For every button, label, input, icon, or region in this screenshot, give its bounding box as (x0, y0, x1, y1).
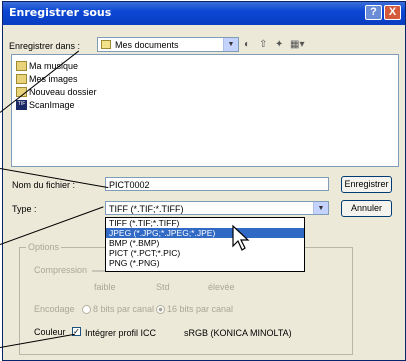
new-folder-icon[interactable]: ✦ (275, 39, 283, 50)
radio-icon (82, 305, 91, 315)
folder-icon (16, 74, 27, 84)
title-bar[interactable]: Enregistrer sous ? X (3, 2, 405, 25)
cancel-button[interactable]: Annuler (341, 200, 392, 217)
compression-label: Compression (34, 265, 88, 275)
type-select[interactable]: TIFF (*.TIF;*.TIFF) ▼ (105, 201, 329, 215)
window-title: Enregistrer sous (9, 6, 112, 19)
chevron-down-icon: ▼ (313, 202, 328, 214)
mouse-cursor-icon (232, 224, 250, 251)
encoding-8bit-option[interactable]: 8 bits par canal (82, 304, 155, 315)
file-list[interactable]: Ma musique Mes images Nouveau dossier TI… (11, 54, 399, 167)
compression-low-label: faible (94, 282, 116, 292)
compression-std-label: Std (156, 282, 170, 292)
file-item-label: Nouveau dossier (29, 87, 97, 97)
app-icon: TIF (16, 100, 27, 110)
type-option[interactable]: PNG (*.PNG) (106, 258, 304, 268)
icc-profile-name: sRGB (KONICA MINOLTA) (184, 328, 292, 338)
save-button[interactable]: Enregistrer (341, 176, 392, 193)
back-icon[interactable]: ◐ (244, 39, 250, 50)
encoding-8bit-label: 8 bits par canal (93, 304, 155, 314)
up-folder-icon[interactable]: ⇧ (259, 39, 267, 50)
icc-label: Intégrer profil ICC (85, 328, 157, 338)
file-item-label: ScanImage (29, 100, 75, 110)
encoding-label: Encodage (34, 304, 75, 314)
save-as-dialog: Enregistrer sous ? X Enregistrer dans : … (2, 1, 406, 361)
compression-high-label: élevée (208, 282, 235, 292)
file-item[interactable]: Ma musique (16, 60, 78, 72)
type-option[interactable]: PICT (*.PCT;*.PIC) (106, 248, 304, 258)
type-option[interactable]: BMP (*.BMP) (106, 238, 304, 248)
save-in-value: Mes documents (115, 40, 179, 50)
folder-icon (101, 40, 111, 49)
type-option-selected[interactable]: JPEG (*.JPG;*.JPEG;*.JPE) (106, 228, 304, 238)
options-title: Options (26, 242, 62, 252)
view-menu-icon[interactable]: ▦▾ (290, 39, 304, 50)
help-button[interactable]: ? (365, 5, 382, 20)
chevron-down-icon: ▼ (223, 38, 238, 51)
type-label: Type : (12, 204, 37, 214)
filename-input[interactable]: PICT0002 (105, 177, 329, 191)
file-item[interactable]: Nouveau dossier (16, 86, 97, 98)
radio-selected-icon (156, 305, 165, 315)
file-item[interactable]: TIF ScanImage (16, 99, 75, 111)
type-option[interactable]: TIFF (*.TIF;*.TIFF) (106, 218, 304, 228)
type-dropdown-list[interactable]: TIFF (*.TIF;*.TIFF) JPEG (*.JPG;*.JPEG;*… (105, 217, 305, 272)
filename-value: PICT0002 (109, 180, 150, 190)
folder-icon (16, 61, 27, 71)
save-in-label: Enregistrer dans : (9, 41, 81, 51)
filename-label: Nom du fichier : (12, 180, 76, 190)
encoding-16bit-label: 16 bits par canal (167, 304, 234, 314)
type-value: TIFF (*.TIF;*.TIFF) (109, 204, 184, 214)
encoding-16bit-option[interactable]: 16 bits par canal (156, 304, 234, 315)
save-in-select[interactable]: Mes documents ▼ (97, 37, 239, 52)
close-button[interactable]: X (384, 5, 401, 20)
